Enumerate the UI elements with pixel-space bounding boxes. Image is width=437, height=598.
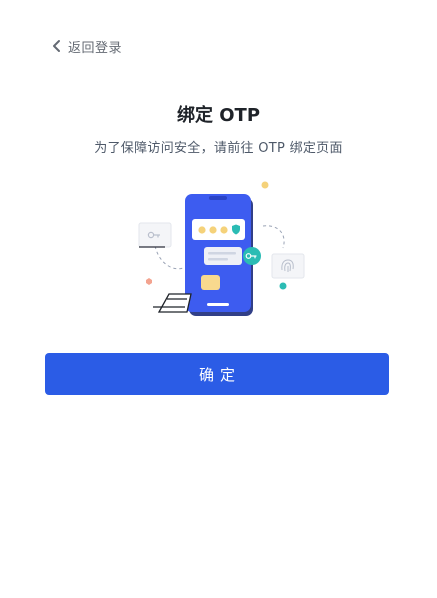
chevron-left-icon xyxy=(53,40,60,52)
teal-dot xyxy=(279,282,287,290)
back-to-login-link[interactable]: 返回登录 xyxy=(50,36,122,56)
yellow-tile xyxy=(201,275,220,290)
password-dot xyxy=(209,226,217,234)
phone-otp-illustration xyxy=(138,181,305,316)
text-card xyxy=(204,247,242,265)
hexagon-icon xyxy=(146,278,152,285)
password-dot xyxy=(198,226,206,234)
password-dot xyxy=(220,226,228,234)
page-subtitle: 为了保障访问安全，请前往 OTP 绑定页面 xyxy=(94,141,343,156)
paper-stack-icon xyxy=(153,293,192,313)
confirm-button[interactable]: 确定 xyxy=(45,353,389,395)
dashed-curve xyxy=(262,225,285,249)
page-title: 绑定 OTP xyxy=(176,105,261,126)
phone-notch xyxy=(209,196,227,200)
phone-home-bar xyxy=(207,303,229,306)
yellow-dot xyxy=(261,181,269,189)
back-label: 返回登录 xyxy=(68,40,123,56)
dashed-curve xyxy=(154,245,184,270)
